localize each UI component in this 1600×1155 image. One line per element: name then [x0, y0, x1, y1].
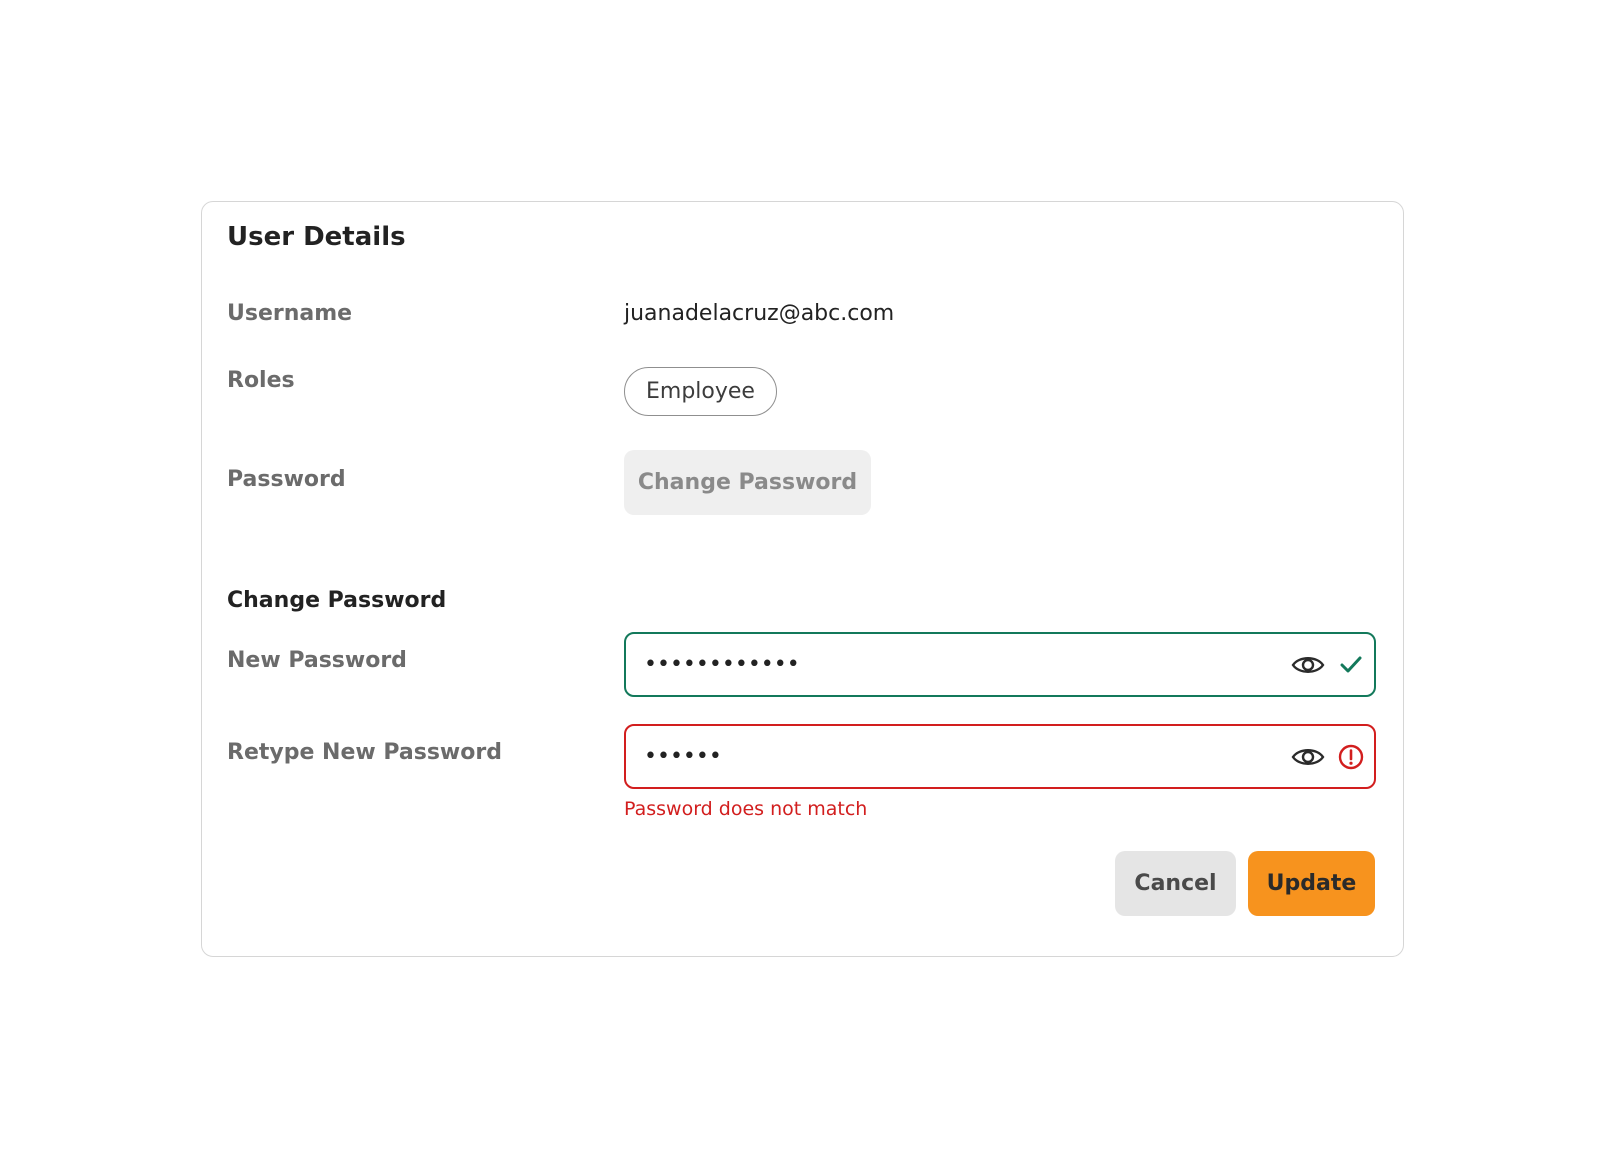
update-button[interactable]: Update: [1248, 851, 1375, 916]
eye-icon[interactable]: [1291, 648, 1325, 682]
error-icon: [1336, 742, 1366, 772]
roles-label: Roles: [227, 368, 295, 393]
new-password-field: [624, 632, 1376, 697]
new-password-input[interactable]: [644, 634, 1264, 695]
change-password-section-title: Change Password: [227, 588, 447, 613]
cancel-button[interactable]: Cancel: [1115, 851, 1236, 916]
new-password-label: New Password: [227, 648, 407, 673]
password-mismatch-error: Password does not match: [624, 798, 868, 820]
username-value: juanadelacruz@abc.com: [624, 301, 895, 326]
check-icon: [1336, 650, 1366, 680]
retype-password-field: [624, 724, 1376, 789]
password-label: Password: [227, 467, 346, 492]
retype-password-label: Retype New Password: [227, 740, 502, 765]
retype-password-input[interactable]: [644, 726, 1264, 787]
change-password-button[interactable]: Change Password: [624, 450, 871, 515]
card-title: User Details: [227, 222, 406, 252]
username-label: Username: [227, 301, 353, 326]
role-chip-employee: Employee: [624, 367, 777, 416]
eye-icon[interactable]: [1291, 740, 1325, 774]
